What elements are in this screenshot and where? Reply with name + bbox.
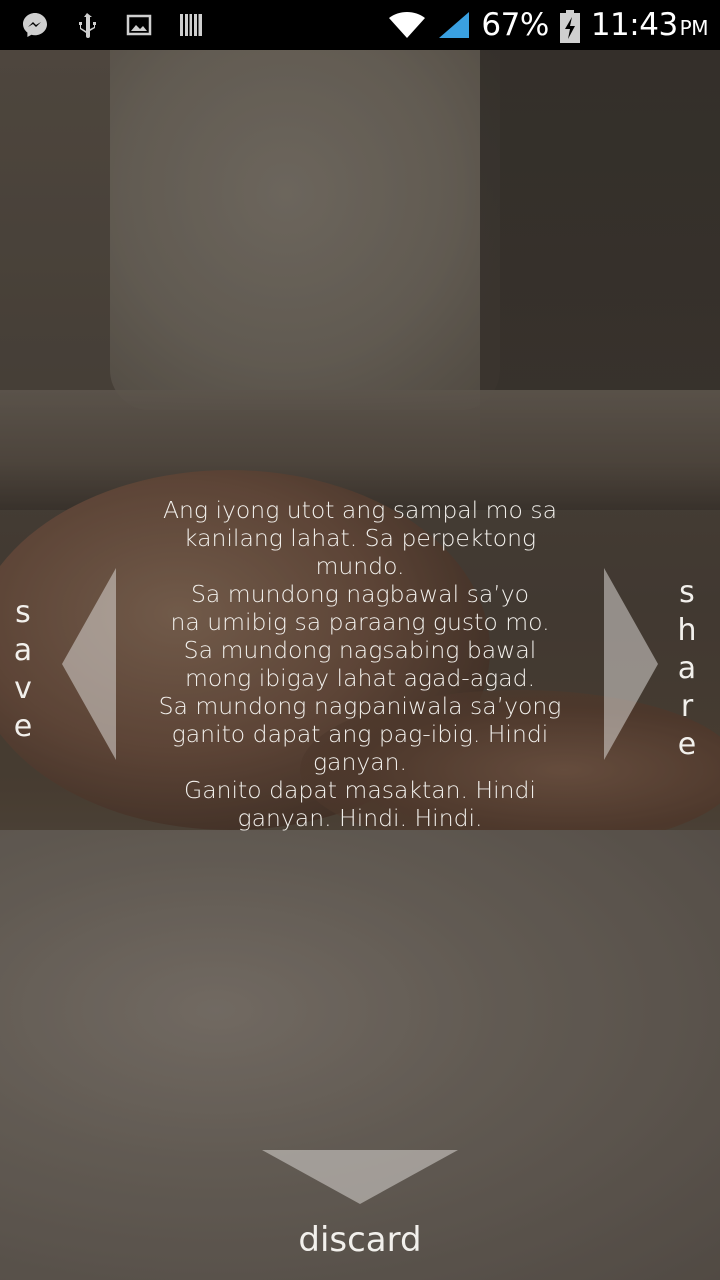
discard-arrow-icon[interactable]	[262, 1150, 458, 1204]
quote-line: Sa mundong nagbawal sa’yo	[191, 580, 529, 608]
clock-time: 11:43	[590, 7, 678, 43]
battery-charging-icon	[559, 10, 581, 43]
battery-percent: 67%	[481, 7, 549, 43]
gallery-icon	[124, 10, 154, 40]
signal-icon	[437, 10, 471, 40]
quote-line: kanilang lahat. Sa perpektong	[183, 524, 537, 552]
usb-icon	[72, 10, 102, 40]
messenger-icon	[20, 10, 50, 40]
quote-line: mong ibigay lahat agad-agad.	[184, 664, 536, 692]
system-status: 67% 11:43 PM	[387, 0, 709, 50]
clock-ampm: PM	[679, 16, 709, 40]
quote-line: Sa mundong nagsabing bawal	[183, 636, 537, 664]
discard-button[interactable]: discard	[0, 1220, 720, 1260]
share-button[interactable]: s h a r e	[672, 574, 702, 764]
quote-line: Ang iyong utot ang sampal mo sa	[162, 496, 558, 524]
quote-line: Ganito dapat masaktan. Hindi	[184, 776, 536, 804]
quote-line: ganyan. Hindi. Hindi.	[237, 804, 483, 832]
share-label-char: r	[680, 689, 694, 724]
barcode-icon	[176, 10, 206, 40]
quote-text: Ang iyong utot ang sampal mo sa kanilang…	[140, 496, 580, 832]
notification-icons	[20, 10, 206, 40]
clock: 11:43 PM	[590, 7, 709, 43]
share-label-char: h	[677, 613, 697, 648]
status-bar: 67% 11:43 PM	[0, 0, 720, 50]
quote-line: mundo.	[315, 552, 405, 580]
share-label-char: a	[677, 651, 697, 686]
share-label-char: e	[677, 727, 697, 762]
quote-line: na umibig sa paraang gusto mo.	[170, 608, 550, 636]
quote-line: ganyan.	[312, 748, 408, 776]
save-label-char: e	[13, 709, 33, 744]
save-label-char: v	[14, 671, 32, 706]
quote-line: ganito dapat ang pag-ibig. Hindi	[171, 720, 549, 748]
share-arrow-icon[interactable]	[604, 568, 658, 760]
save-button[interactable]: s a v e	[8, 594, 38, 746]
save-label-char: a	[13, 633, 33, 668]
share-label-char: s	[679, 575, 695, 610]
save-arrow-icon[interactable]	[62, 568, 116, 760]
quote-line: Sa mundong nagpaniwala sa’yong	[158, 692, 562, 720]
wifi-icon	[387, 10, 427, 40]
save-label-char: s	[15, 595, 31, 630]
